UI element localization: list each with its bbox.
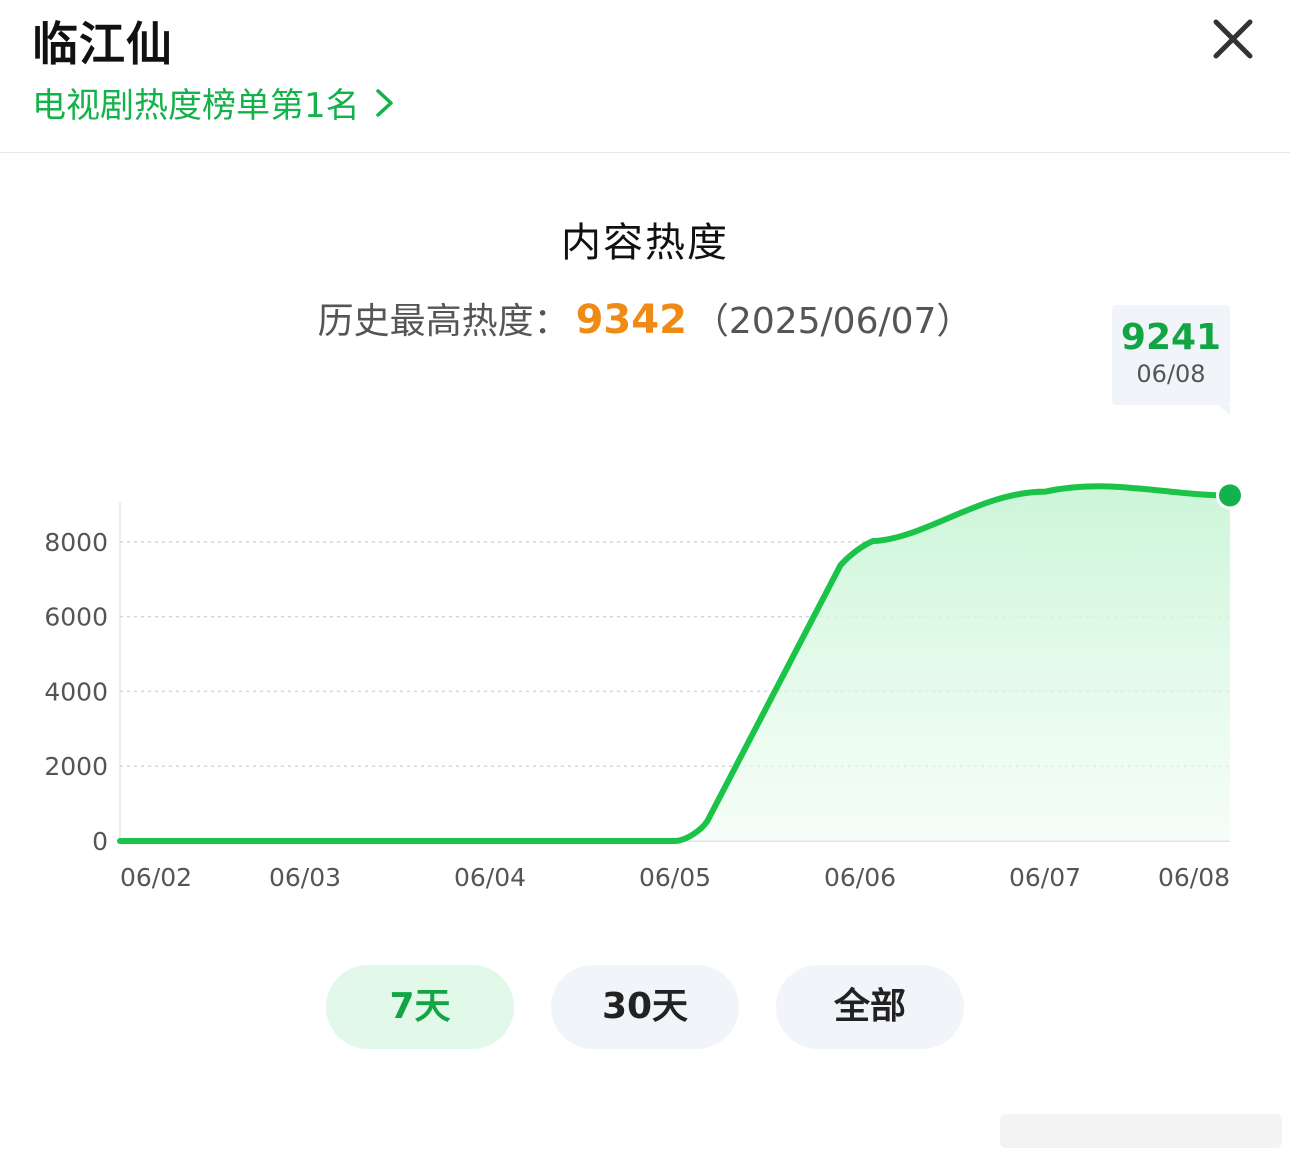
series-area — [120, 486, 1230, 841]
rank-link-label: 电视剧热度榜单第1名 — [32, 86, 360, 126]
chevron-right-icon — [375, 88, 393, 117]
section-title: 内容热度 — [561, 220, 729, 266]
record-value: 9342 — [575, 297, 687, 343]
x-tick-label: 06/03 — [269, 863, 341, 892]
y-tick-label: 0 — [92, 827, 108, 856]
header-divider — [0, 152, 1290, 153]
y-tick-label: 6000 — [44, 603, 108, 632]
x-tick-label: 06/02 — [120, 863, 192, 892]
close-icon — [1213, 19, 1253, 59]
home-indicator — [1000, 1114, 1282, 1148]
x-tick-label: 06/08 — [1158, 863, 1230, 892]
tooltip-date: 06/08 — [1136, 360, 1206, 388]
drama-title: 临江仙 — [32, 17, 173, 71]
x-tick-label: 06/06 — [824, 863, 896, 892]
record-label: 历史最高热度： — [317, 301, 570, 342]
x-tick-label: 06/05 — [639, 863, 711, 892]
close-button[interactable] — [1208, 14, 1258, 64]
range-selector: 7天 30天 全部 — [0, 965, 1290, 1049]
record-line: 历史最高热度： 9342 （2025/06/07） — [0, 292, 1290, 344]
range-button-all[interactable]: 全部 — [776, 965, 964, 1049]
y-tick-label: 4000 — [44, 677, 108, 706]
y-tick-label: 2000 — [44, 752, 108, 781]
value-tooltip: 9241 06/08 — [1112, 305, 1230, 415]
heat-chart: 0 2000 4000 6000 8000 06/02 06/03 06/04 06/05 06/… — [44, 481, 1244, 892]
tooltip-value: 9241 — [1120, 317, 1222, 358]
range-button-7d[interactable]: 7天 — [326, 965, 514, 1049]
record-date: （2025/06/07） — [692, 301, 973, 342]
y-tick-label: 8000 — [44, 528, 108, 557]
x-tick-label: 06/04 — [454, 863, 526, 892]
rank-link[interactable]: 电视剧热度榜单第1名 — [32, 78, 396, 127]
header: 临江仙 电视剧热度榜单第1名 — [0, 0, 1290, 152]
range-button-30d[interactable]: 30天 — [551, 965, 739, 1049]
x-tick-label: 06/07 — [1009, 863, 1081, 892]
highlight-point — [1219, 484, 1241, 507]
